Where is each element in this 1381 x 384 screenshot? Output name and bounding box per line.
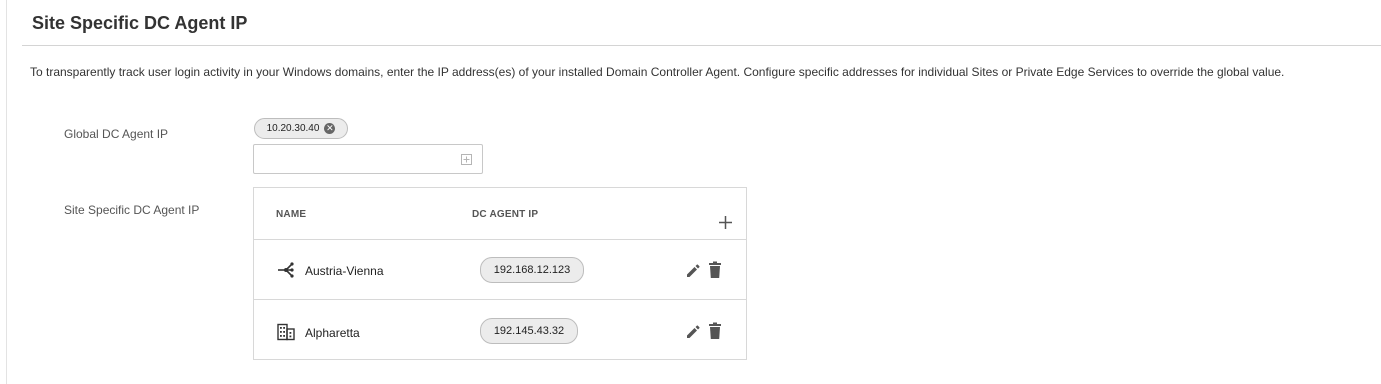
- site-ip-chip-text: 192.145.43.32: [493, 325, 565, 337]
- site-ip-table: NAME DC AGENT IP Austria-Vienna 192.168.…: [253, 187, 747, 360]
- site-ip-chip-text: 192.168.12.123: [493, 264, 571, 276]
- column-header-dc-agent-ip: DC AGENT IP: [472, 209, 539, 220]
- global-ip-field[interactable]: [253, 144, 483, 174]
- site-specific-dc-agent-ip-label: Site Specific DC Agent IP: [64, 203, 200, 217]
- table-row-divider: [254, 239, 746, 240]
- panel-title: Site Specific DC Agent IP: [32, 13, 248, 33]
- global-ip-input[interactable]: [260, 146, 459, 174]
- network-hub-icon: [278, 262, 294, 278]
- delete-trash-icon[interactable]: [707, 322, 723, 340]
- site-name: Austria-Vienna: [305, 264, 384, 278]
- edit-pencil-icon[interactable]: [685, 323, 701, 341]
- plus-icon[interactable]: [718, 215, 733, 230]
- panel-left-border: [6, 0, 7, 384]
- title-divider: [22, 45, 1381, 46]
- site-ip-chip: 192.145.43.32: [480, 318, 578, 344]
- panel-description: To transparently track user login activi…: [30, 65, 1285, 79]
- building-icon: [277, 323, 295, 341]
- table-row-divider: [254, 299, 746, 300]
- global-dc-agent-ip-label: Global DC Agent IP: [64, 127, 169, 141]
- site-ip-chip: 192.168.12.123: [480, 257, 584, 283]
- global-ip-chip: 10.20.30.40 ✕: [254, 118, 348, 139]
- site-name: Alpharetta: [305, 326, 360, 340]
- delete-trash-icon[interactable]: [707, 261, 723, 279]
- plus-square-icon[interactable]: [461, 154, 472, 165]
- column-header-name: NAME: [276, 209, 307, 220]
- remove-chip-icon[interactable]: ✕: [324, 123, 336, 134]
- global-ip-chip-text: 10.20.30.40: [266, 123, 320, 134]
- edit-pencil-icon[interactable]: [685, 262, 701, 280]
